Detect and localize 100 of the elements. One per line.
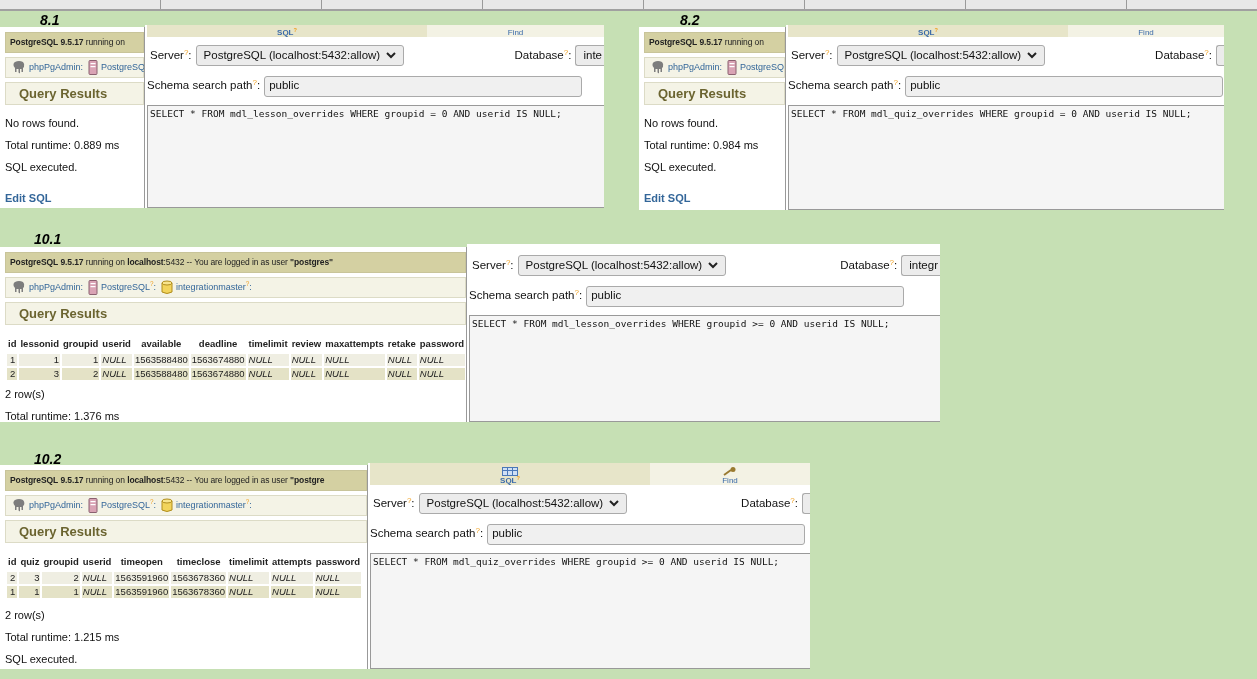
table-cell: NULL <box>290 353 323 366</box>
tab[interactable]: Find <box>427 25 604 37</box>
breadcrumb-link[interactable]: phpPgAdmin: <box>668 60 723 74</box>
schema-input[interactable]: public <box>264 75 583 97</box>
schema-input[interactable]: public <box>487 523 806 545</box>
status-bar: PostgreSQL 9.5.17 running on <box>5 32 144 53</box>
tab[interactable]: SQL$^{?}$ <box>370 463 650 485</box>
section-heading: Query Results <box>644 81 785 106</box>
field-label: Server$^{?}$: <box>791 46 833 63</box>
table-cell: 1 <box>19 353 60 366</box>
table-cell: 2 <box>62 367 100 380</box>
server-icon <box>88 279 99 295</box>
table-cell: NULL <box>228 585 270 598</box>
breadcrumb-link[interactable]: PostgreSQL$^{?}$: <box>101 280 157 294</box>
message-text: 2 row(s) <box>5 387 45 401</box>
column-header: lessonid <box>19 337 60 352</box>
table-cell: NULL <box>386 367 417 380</box>
sql-editor[interactable]: SELECT * FROM mdl_quiz_overrides WHERE groupid = 0 AND userid IS NULL; <box>788 105 1224 210</box>
message-text: Total runtime: 0.889 ms <box>5 139 120 153</box>
message-text: Total runtime: 1.215 ms <box>5 631 120 644</box>
chevron-down-icon <box>386 52 397 59</box>
table-cell: 1563678360 <box>171 585 226 598</box>
table-cell: NULL <box>228 571 270 584</box>
sql-editor[interactable]: SELECT * FROM mdl_lesson_overrides WHERE groupid >= 0 AND userid IS NULL; <box>469 315 940 422</box>
database-select[interactable]: integr <box>901 255 940 276</box>
section-label: 10.1 <box>34 230 62 249</box>
table-cell: 2 <box>7 571 18 584</box>
message-text: No rows found. <box>5 117 79 131</box>
table-cell: 1 <box>42 585 80 598</box>
table-cell: 3 <box>19 367 60 380</box>
field-label: Server$^{?}$: <box>150 46 192 63</box>
database-select[interactable] <box>802 493 810 514</box>
breadcrumb-link[interactable]: phpPgAdmin: <box>29 498 84 512</box>
field-label: Server$^{?}$: <box>373 494 415 511</box>
chevron-down-icon <box>609 500 620 507</box>
column-header: id <box>7 337 18 352</box>
database-select[interactable]: inte <box>575 45 604 66</box>
table-cell: NULL <box>101 367 132 380</box>
field-label: Database$^{?}$: <box>741 494 798 511</box>
table-cell: 2 <box>7 367 18 380</box>
database-select[interactable] <box>1216 45 1224 66</box>
field-label: Server$^{?}$: <box>472 256 514 273</box>
message-text: Total runtime: 0.984 ms <box>644 139 759 153</box>
edit-sql-link[interactable]: Edit SQL <box>644 190 691 207</box>
table-cell: NULL <box>418 367 466 380</box>
table-cell: NULL <box>324 353 385 366</box>
breadcrumb-link[interactable]: phpPgAdmin: <box>29 60 84 74</box>
sql-editor[interactable]: SELECT * FROM mdl_lesson_overrides WHERE groupid = 0 AND userid IS NULL; <box>147 105 604 208</box>
table-cell: NULL <box>314 571 362 584</box>
tab[interactable]: SQL$^{?}$ <box>788 25 1068 37</box>
table-cell: 2 <box>42 571 80 584</box>
breadcrumb-link[interactable]: PostgreSQ <box>101 60 144 74</box>
field-label: Schema search path$^{?}$: <box>370 525 484 542</box>
field-label: Schema search path$^{?}$: <box>469 287 583 304</box>
sql-editor[interactable]: SELECT * FROM mdl_quiz_overrides WHERE groupid >= 0 AND userid IS NULL; <box>370 553 810 669</box>
breadcrumb-link[interactable]: integrationmaster$^{?}$: <box>176 498 252 512</box>
section-label: 8.2 <box>680 11 700 30</box>
column-header: timeopen <box>119 555 164 570</box>
table-cell: 1563588480 <box>133 353 189 366</box>
tab[interactable]: Find <box>1068 25 1224 37</box>
breadcrumb-link[interactable]: PostgreSQL$^{?}$: <box>101 498 157 512</box>
field-label: Database$^{?}$: <box>514 46 572 63</box>
tab[interactable]: SQL$^{?}$ <box>147 25 427 37</box>
breadcrumb-link[interactable]: phpPgAdmin: <box>29 280 84 294</box>
schema-input[interactable]: public <box>586 285 905 307</box>
schema-input[interactable]: public <box>905 75 1224 97</box>
status-bar: PostgreSQL 9.5.17 running on <box>644 32 785 53</box>
table-cell: 1 <box>7 585 18 598</box>
column-header: id <box>7 555 18 570</box>
column-header: available <box>140 337 183 352</box>
server-icon <box>727 59 738 75</box>
message-text: Total runtime: 1.376 ms <box>5 409 120 422</box>
message-text: SQL executed. <box>644 161 717 175</box>
message-text: SQL executed. <box>5 653 78 666</box>
server-icon <box>88 59 99 75</box>
breadcrumb-link[interactable]: PostgreSQ <box>740 60 785 74</box>
server-select[interactable]: PostgreSQL (localhost:5432:allow) <box>836 45 1046 66</box>
column-header: password <box>314 555 362 570</box>
breadcrumb-link[interactable]: integrationmaster$^{?}$: <box>176 280 252 294</box>
table-cell: 3 <box>19 571 41 584</box>
edit-sql-link[interactable]: Edit SQL <box>5 190 52 207</box>
column-header: maxattempts <box>324 337 385 352</box>
table-cell: NULL <box>418 353 466 366</box>
server-select[interactable]: PostgreSQL (localhost:5432:allow) <box>418 493 628 514</box>
table-cell: 1563588480 <box>133 367 189 380</box>
table-cell: NULL <box>324 367 385 380</box>
table-cell: 1563591960 <box>114 571 170 584</box>
chevron-down-icon <box>708 262 719 269</box>
tab[interactable]: Find <box>650 463 810 485</box>
server-select[interactable]: PostgreSQL (localhost:5432:allow) <box>195 45 405 66</box>
table-cell: 1563674880 <box>190 367 246 380</box>
server-select[interactable]: PostgreSQL (localhost:5432:allow) <box>517 255 727 276</box>
column-header: attempts <box>271 555 313 570</box>
table-cell: NULL <box>247 367 289 380</box>
column-header: quiz <box>19 555 41 570</box>
table-cell: NULL <box>101 353 132 366</box>
column-header: timelimit <box>247 337 289 352</box>
table-cell: NULL <box>386 353 417 366</box>
column-header: timelimit <box>228 555 270 570</box>
section-label: 8.1 <box>40 11 60 30</box>
